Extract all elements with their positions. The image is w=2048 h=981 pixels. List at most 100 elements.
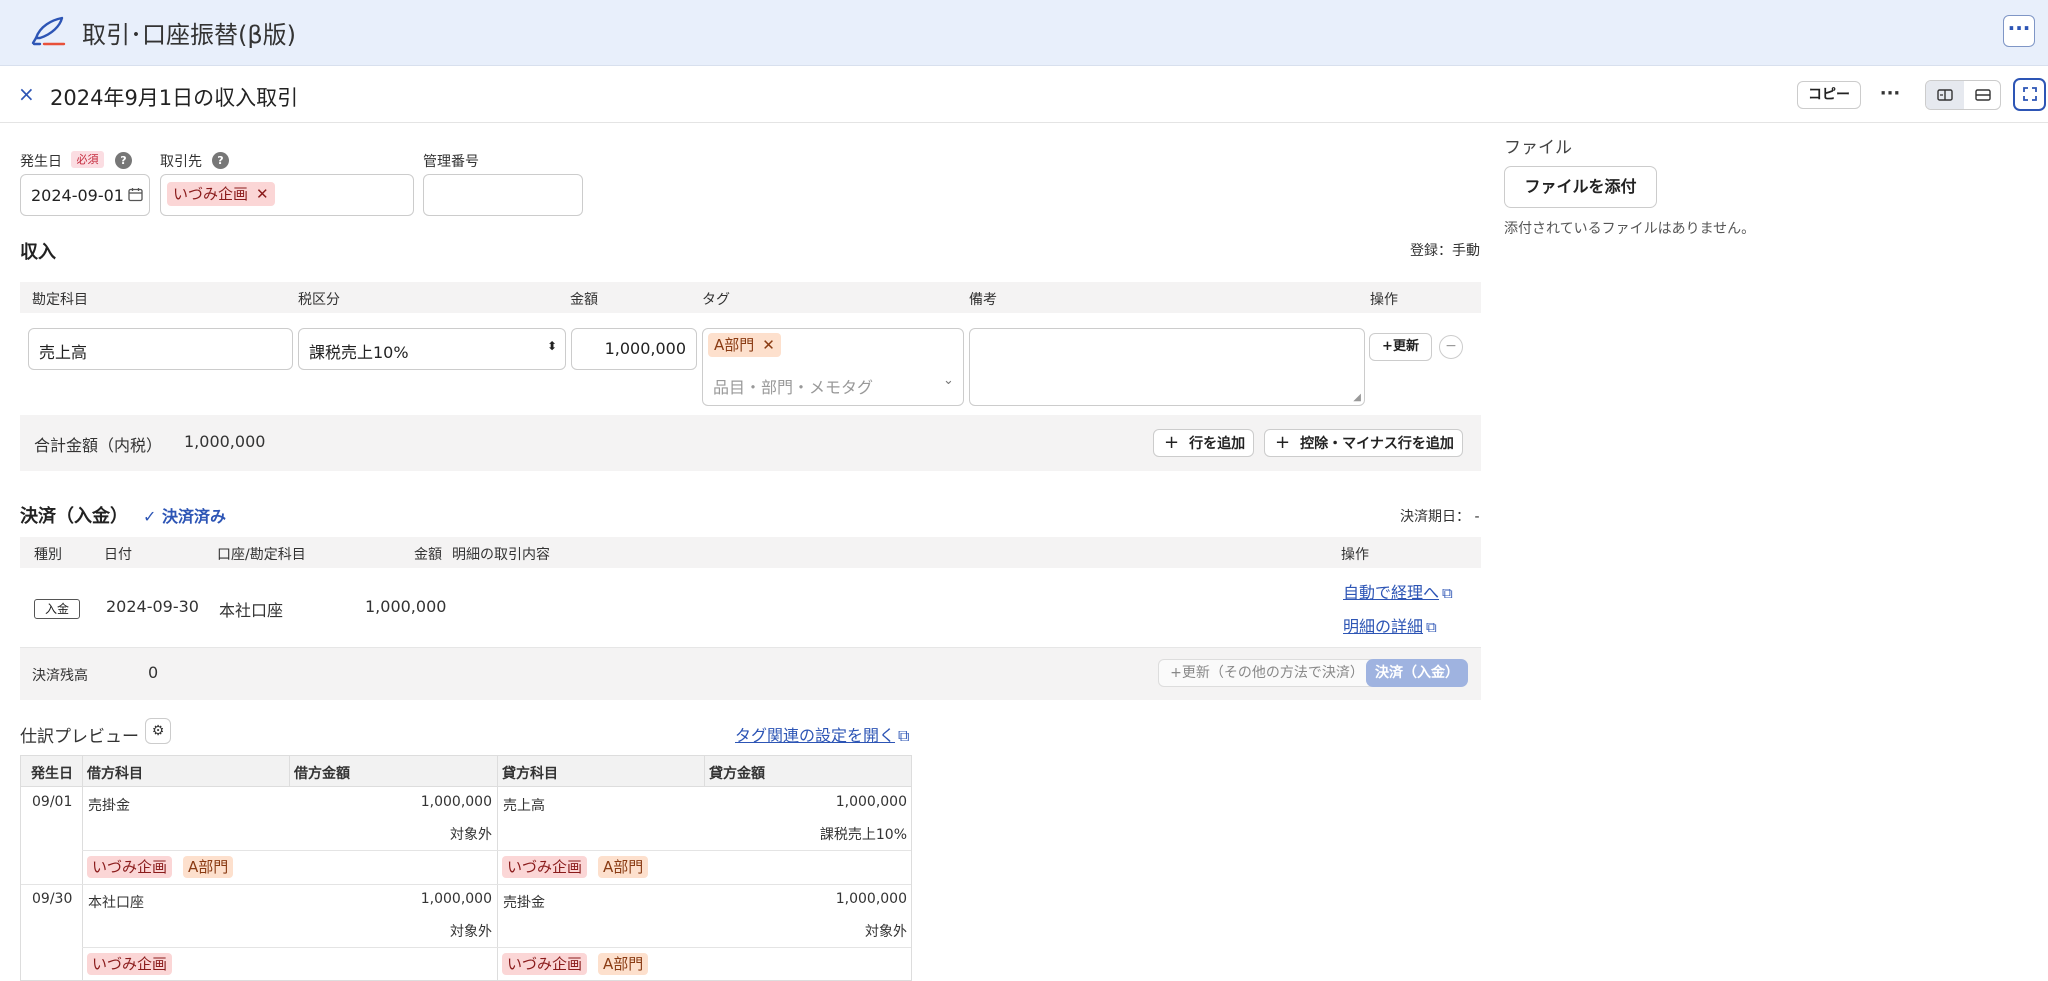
attach-file-button[interactable]: ファイルを添付: [1504, 166, 1657, 208]
col-pay-amount: 金額: [414, 547, 442, 563]
date-help-icon[interactable]: ?: [115, 152, 132, 169]
stack-view-icon[interactable]: [1964, 81, 2000, 109]
copy-button[interactable]: コピー: [1797, 81, 1861, 109]
col-pay-account: 口座/勘定科目: [217, 547, 306, 563]
add-row-button[interactable]: + 行を追加: [1153, 429, 1255, 457]
external-link-icon: ⧉: [1426, 618, 1437, 636]
auto-accounting-link[interactable]: 自動で経理へ ⧉: [1343, 579, 1453, 603]
tag-settings-link[interactable]: タグ関連の設定を開く ⧉: [735, 722, 909, 746]
journal-date: 09/01: [32, 794, 73, 810]
grid-line: [21, 884, 911, 885]
tax-select-value: 課税売上10%: [309, 343, 409, 362]
account-input[interactable]: 売上高: [28, 328, 293, 370]
income-table-header: 勘定科目 税区分 金額 タグ 備考 操作: [20, 282, 1481, 313]
chip-remove-icon[interactable]: ✕: [762, 336, 775, 354]
col-pay-actions: 操作: [1341, 547, 1369, 563]
partner-chip[interactable]: いづみ企画 ✕: [167, 182, 275, 206]
statement-detail-link-label: 明細の詳細: [1343, 617, 1424, 636]
col-account: 勘定科目: [32, 292, 88, 308]
journal-credit-amount: 1,000,000: [835, 891, 907, 907]
income-total-bar: 合計金額（内税） 1,000,000 + 行を追加 + 控除・マイナス行を追加: [20, 415, 1481, 471]
col-type: 種別: [34, 547, 62, 563]
close-icon[interactable]: ×: [18, 82, 35, 106]
add-minus-row-label: 控除・マイナス行を追加: [1300, 436, 1454, 452]
statement-detail-link[interactable]: 明細の詳細 ⧉: [1343, 613, 1437, 637]
tag-settings-link-label: タグ関連の設定を開く: [735, 726, 896, 745]
grid-line: [82, 947, 911, 948]
settle-button[interactable]: 決済（入金）: [1366, 659, 1468, 687]
jcol-credit-account: 貸方科目: [502, 766, 558, 782]
journal-credit-tax: 対象外: [865, 924, 907, 940]
journal-debit-tax: 対象外: [450, 924, 492, 940]
select-arrows-icon: ⬍: [546, 339, 557, 353]
chip-remove-icon[interactable]: ✕: [256, 185, 269, 203]
journal-tag-chip: いづみ企画: [87, 953, 173, 975]
files-title: ファイル: [1504, 138, 1572, 158]
jcol-credit-amount: 貸方金額: [709, 766, 765, 782]
col-note: 備考: [969, 292, 997, 308]
journal-preview-title: 仕訳プレビュー: [20, 727, 139, 747]
split-view-icon[interactable]: [1926, 81, 1964, 109]
col-tag: タグ: [702, 292, 730, 308]
grid-line: [289, 756, 290, 787]
no-files-message: 添付されているファイルはありません。: [1504, 221, 1756, 237]
payment-type-badge: 入金: [34, 599, 80, 619]
page-title: 2024年9月1日の収入取引: [50, 86, 299, 110]
jcol-debit-amount: 借方金額: [294, 766, 350, 782]
journal-credit-amount: 1,000,000: [835, 794, 907, 810]
grid-line: [82, 850, 911, 851]
journal-tag-chip: A部門: [598, 856, 649, 878]
journal-credit-account: 売上高: [503, 798, 545, 814]
update-other-method-button[interactable]: +更新（その他の方法で決済）: [1158, 659, 1376, 687]
pen-logo-icon: [31, 16, 66, 46]
amount-input[interactable]: 1,000,000: [571, 328, 697, 370]
mgmt-number-input[interactable]: [423, 174, 583, 216]
tag-chip-label: A部門: [714, 336, 755, 354]
balance-value: 0: [148, 663, 159, 682]
row-update-button[interactable]: +更新: [1369, 333, 1432, 361]
journal-debit-tax: 対象外: [450, 827, 492, 843]
add-minus-row-button[interactable]: + 控除・マイナス行を追加: [1264, 429, 1463, 457]
app-more-button[interactable]: ···: [2003, 15, 2035, 47]
partner-input[interactable]: いづみ企画 ✕: [160, 174, 414, 216]
partner-label: 取引先: [160, 154, 202, 170]
journal-credit-account: 売掛金: [503, 895, 545, 911]
col-statement: 明細の取引内容: [452, 547, 550, 563]
payment-amount: 1,000,000: [365, 597, 447, 616]
tax-select[interactable]: 課税売上10% ⬍: [298, 328, 566, 370]
required-badge: 必須: [71, 151, 104, 168]
gear-icon[interactable]: ⚙: [145, 718, 171, 744]
calendar-icon[interactable]: [128, 187, 143, 206]
row-remove-button[interactable]: −: [1439, 335, 1463, 359]
settlement-due-date: 決済期日： -: [1400, 509, 1480, 525]
journal-table-header: 発生日 借方科目 借方金額 貸方科目 貸方金額: [21, 756, 911, 787]
header-more-button[interactable]: ···: [1874, 82, 1906, 110]
journal-debit-amount: 1,000,000: [420, 794, 492, 810]
date-input[interactable]: 2024-09-01: [20, 174, 150, 216]
journal-tag-chip: いづみ企画: [502, 856, 588, 878]
col-tax: 税区分: [298, 292, 340, 308]
balance-label: 決済残高: [32, 668, 88, 684]
tag-input[interactable]: A部門 ✕ 品目・部門・メモタグ ⌄: [702, 328, 964, 406]
registration-status: 登録：手動: [1410, 243, 1480, 259]
chevron-down-icon[interactable]: ⌄: [943, 373, 954, 388]
date-label: 発生日: [20, 154, 62, 170]
income-section-title: 収入: [20, 242, 56, 263]
tag-placeholder: 品目・部門・メモタグ: [713, 378, 874, 397]
partner-help-icon[interactable]: ?: [212, 152, 229, 169]
journal-debit-account: 売掛金: [88, 798, 130, 814]
tag-chip[interactable]: A部門 ✕: [708, 333, 781, 357]
settlement-balance-bar: 決済残高 0 +更新（その他の方法で決済） 決済（入金）: [20, 648, 1481, 700]
note-textarea[interactable]: ◢: [969, 328, 1365, 406]
auto-accounting-link-label: 自動で経理へ: [1343, 583, 1440, 602]
journal-credit-tax: 課税売上10%: [819, 827, 907, 843]
partner-chip-label: いづみ企画: [173, 185, 249, 203]
settlement-section-title: 決済（入金）: [20, 506, 128, 527]
journal-tag-chip: A部門: [183, 856, 234, 878]
journal-debit-account: 本社口座: [88, 895, 144, 911]
journal-tag-chip: いづみ企画: [87, 856, 173, 878]
plus-icon: +: [1275, 432, 1291, 453]
expand-icon[interactable]: [2013, 78, 2046, 111]
resize-handle-icon[interactable]: ◢: [1353, 392, 1361, 403]
settled-status: ✓ 決済済み: [143, 507, 226, 526]
